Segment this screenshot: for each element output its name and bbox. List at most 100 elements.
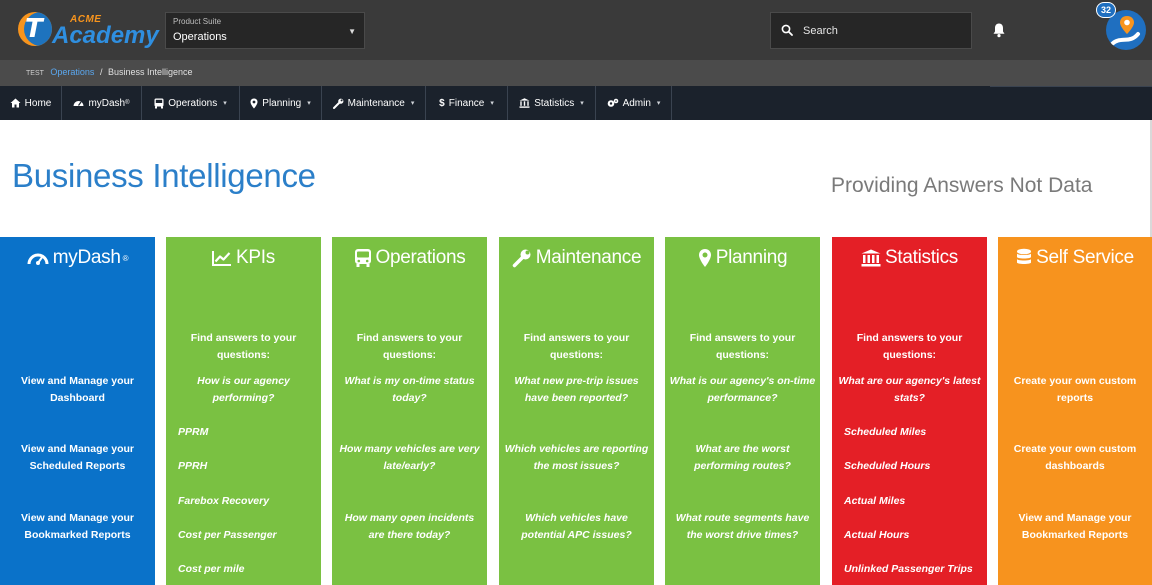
environment-label: TEST (26, 70, 44, 77)
logo-mark-icon: T (18, 12, 52, 46)
acme-academy-logo[interactable]: T ACME Academy (18, 10, 159, 50)
kpis-tile-header: KPIs (166, 247, 321, 269)
caret-down-icon: ▼ (348, 27, 356, 36)
planning-tile[interactable]: Planning Find answers to your questions:… (665, 237, 820, 585)
operations-intro: Find answers to your questions: (356, 332, 463, 361)
nav-admin[interactable]: Admin ▾ (596, 86, 672, 120)
planning-question[interactable]: What are the worst performing routes? (669, 441, 816, 475)
statistic-item[interactable]: Actual Hours (844, 527, 909, 544)
product-suite-select[interactable]: Product Suite Operations ▼ (165, 12, 365, 49)
nav-maintenance-label: Maintenance (347, 97, 405, 109)
self-service-tile-header: Self Service (998, 247, 1152, 269)
nav-home[interactable]: Home (0, 86, 62, 120)
cogs-icon (607, 98, 618, 107)
bus-icon (154, 98, 164, 108)
nav-statistics[interactable]: Statistics ▾ (508, 86, 596, 120)
planning-question[interactable]: What route segments have the worst drive… (669, 510, 816, 544)
breadcrumb-bar: TEST Operations / Business Intelligence (0, 60, 1152, 86)
operations-question[interactable]: What is my on-time status today? (336, 373, 483, 407)
maintenance-tile-header: Maintenance (499, 247, 654, 269)
statistics-tile-header: Statistics (832, 247, 987, 269)
kpis-tile-title: KPIs (236, 247, 275, 268)
map-marker-icon (698, 249, 711, 267)
breadcrumb-current: Business Intelligence (107, 67, 193, 77)
search-input[interactable] (803, 21, 963, 41)
mydash-tile[interactable]: myDash ® View and Manage your Dashboard V… (0, 237, 155, 585)
kpis-question[interactable]: How is our agency performing? (170, 373, 317, 407)
page-tagline: Providing Answers Not Data (831, 174, 1093, 197)
nav-finance-label: Finance (448, 97, 485, 109)
nav-home-label: Home (24, 97, 52, 109)
kpi-item[interactable]: PPRM (178, 424, 208, 441)
bell-icon[interactable] (992, 22, 1006, 38)
statistic-item[interactable]: Actual Miles (844, 493, 905, 510)
maintenance-question[interactable]: Which vehicles are reporting the most is… (503, 441, 650, 475)
statistics-intro: Find answers to your questions: (856, 332, 963, 361)
kpi-item[interactable]: Farebox Recovery (178, 493, 269, 510)
maintenance-tile-title: Maintenance (535, 247, 642, 268)
self-service-tile[interactable]: Self Service Create your own custom repo… (998, 237, 1152, 585)
statistics-question[interactable]: What are our agency's latest stats? (836, 373, 983, 407)
statistics-tile[interactable]: Statistics Find answers to your question… (832, 237, 987, 585)
chevron-down-icon: ▾ (490, 100, 494, 107)
kpi-item[interactable]: Cost per Passenger (178, 527, 277, 544)
operations-question[interactable]: How many vehicles are very late/early? (336, 441, 483, 475)
nav-mydash[interactable]: myDash ® (62, 86, 142, 120)
dollar-icon: $ (439, 97, 445, 109)
nav-planning[interactable]: Planning ▾ (240, 86, 322, 120)
wrench-icon (512, 249, 531, 268)
statistic-item[interactable]: Scheduled Hours (844, 458, 930, 475)
nav-finance[interactable]: $ Finance ▾ (426, 86, 508, 120)
mydash-tile-title: myDash (52, 247, 121, 268)
nav-planning-label: Planning (262, 97, 302, 109)
breadcrumb-separator: / (99, 67, 103, 77)
line-chart-icon (212, 251, 232, 266)
chevron-down-icon: ▾ (580, 100, 584, 107)
dashboard-gauge-icon (27, 253, 49, 265)
notification-count-badge: 32 (1096, 2, 1116, 18)
chevron-down-icon: ▾ (223, 100, 227, 107)
database-icon (1017, 248, 1032, 264)
chevron-down-icon: ▾ (656, 100, 661, 107)
nav-admin-label: Admin (622, 97, 651, 109)
kpi-item[interactable]: Cost per mile (178, 561, 245, 578)
self-service-tile-title: Self Service (1036, 247, 1134, 268)
mydash-bookmarked-reports-link[interactable]: View and Manage your Bookmarked Reports (4, 510, 151, 544)
bookmarked-reports-link[interactable]: View and Manage your Bookmarked Reports (1002, 510, 1148, 544)
custom-dashboards-link[interactable]: Create your own custom dashboards (1002, 441, 1148, 475)
operations-tile[interactable]: Operations Find answers to your question… (332, 237, 487, 585)
nav-maintenance[interactable]: Maintenance ▾ (322, 86, 426, 120)
nav-operations[interactable]: Operations ▾ (142, 86, 240, 120)
search-icon (781, 24, 793, 36)
main-nav: Home myDash ® Operations ▾ Planning ▾ Ma… (0, 86, 1152, 120)
map-marker-icon (250, 98, 258, 108)
kpis-tile[interactable]: KPIs Find answers to your questions: How… (166, 237, 321, 585)
custom-reports-link[interactable]: Create your own custom reports (1002, 373, 1148, 407)
breadcrumb: TEST Operations / Business Intelligence (26, 67, 193, 77)
product-suite-value: Operations (173, 31, 227, 43)
nav-mydash-label: myDash (88, 97, 126, 109)
maintenance-question[interactable]: Which vehicles have potential APC issues… (503, 510, 650, 544)
maintenance-tile[interactable]: Maintenance Find answers to your questio… (499, 237, 654, 585)
mydash-scheduled-reports-link[interactable]: View and Manage your Scheduled Reports (4, 441, 151, 475)
wrench-icon (332, 98, 344, 109)
mydash-tile-header: myDash ® (0, 247, 155, 269)
kpis-intro: Find answers to your questions: (190, 332, 297, 361)
maintenance-question[interactable]: What new pre-trip issues have been repor… (503, 373, 650, 407)
planning-tile-header: Planning (665, 247, 820, 269)
statistic-item[interactable]: Scheduled Miles (844, 424, 926, 441)
kpi-item[interactable]: PPRH (178, 458, 207, 475)
institution-icon (861, 249, 881, 267)
breadcrumb-operations-link[interactable]: Operations (50, 67, 94, 77)
planning-question[interactable]: What is our agency's on-time performance… (669, 373, 816, 407)
statistic-item[interactable]: Unlinked Passenger Trips (844, 561, 973, 578)
planning-intro: Find answers to your questions: (689, 332, 796, 361)
mydash-dashboard-link[interactable]: View and Manage your Dashboard (4, 373, 151, 407)
logo-academy-text: Academy (52, 22, 159, 49)
nav-statistics-label: Statistics (534, 97, 575, 109)
search-box[interactable] (770, 12, 972, 49)
operations-question[interactable]: How many open incidents are there today? (336, 510, 483, 544)
nav-operations-label: Operations (168, 97, 218, 109)
page-title: Business Intelligence (12, 157, 316, 194)
maintenance-intro: Find answers to your questions: (523, 332, 630, 361)
